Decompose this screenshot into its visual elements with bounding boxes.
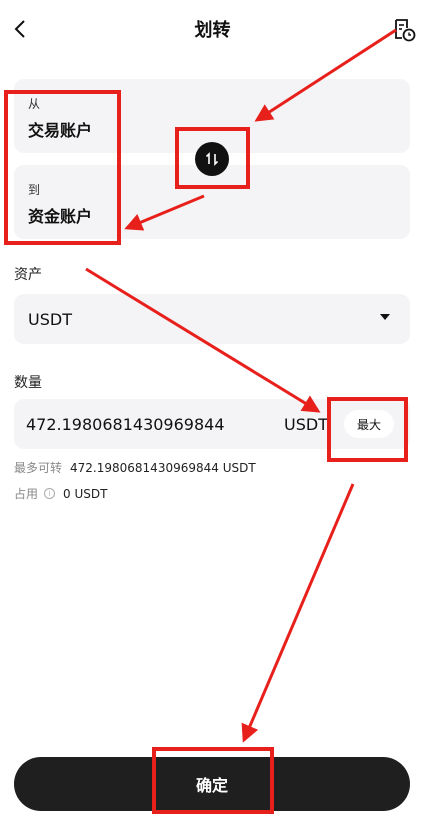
arrow-max-to-confirm: [241, 483, 355, 743]
occupied-label: 占用: [14, 487, 39, 501]
swap-accounts-button[interactable]: [195, 142, 229, 176]
asset-select[interactable]: USDT: [14, 294, 410, 344]
transfer-history-button[interactable]: [387, 14, 417, 44]
quantity-field: USDT 最大: [14, 399, 410, 449]
max-transferable-label: 最多可转: [14, 461, 63, 475]
max-transferable-row: 最多可转 472.1980681430969844 USDT: [14, 459, 256, 476]
max-transferable-value: 472.1980681430969844 USDT: [70, 460, 256, 475]
occupied-value: 0 USDT: [63, 486, 108, 501]
to-account-card[interactable]: 到 资金账户: [14, 165, 410, 239]
to-account-value: 资金账户: [28, 207, 93, 226]
to-label: 到: [28, 183, 41, 197]
asset-label: 资产: [14, 267, 42, 283]
quantity-input[interactable]: [26, 399, 276, 449]
transfer-history-icon: [395, 19, 416, 42]
quantity-unit: USDT: [284, 415, 328, 434]
asset-selected-value: USDT: [28, 310, 72, 329]
page-title: 划转: [194, 20, 231, 41]
from-account-value: 交易账户: [28, 121, 93, 140]
quantity-label: 数量: [14, 375, 42, 391]
from-label: 从: [28, 97, 41, 111]
confirm-button[interactable]: 确定: [14, 757, 410, 811]
max-button[interactable]: 最大: [344, 410, 394, 438]
occupied-row: 占用 i 0 USDT: [14, 485, 107, 502]
caret-down-icon: [380, 314, 390, 320]
swap-arrows-icon: [205, 152, 219, 166]
info-icon[interactable]: i: [44, 488, 56, 499]
